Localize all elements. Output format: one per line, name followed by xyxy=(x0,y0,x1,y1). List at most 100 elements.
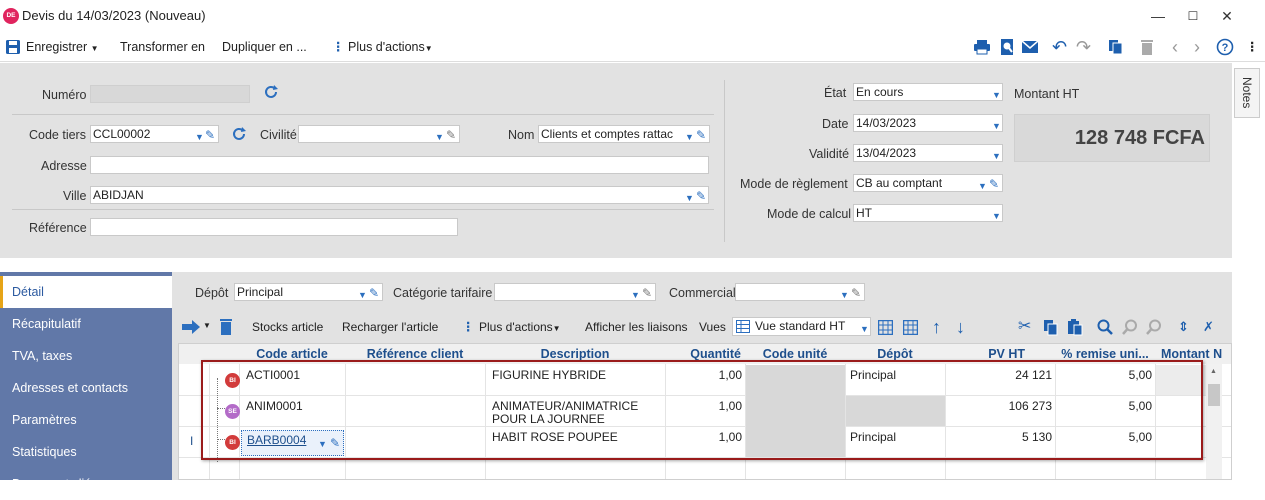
date-label: Date xyxy=(822,117,849,131)
refresh-tiers-icon[interactable] xyxy=(230,125,248,143)
move-down-icon[interactable]: ↓ xyxy=(956,312,965,342)
chevron-down-icon[interactable]: ▼ xyxy=(203,321,211,330)
nav-item-parametres[interactable]: Paramètres xyxy=(0,404,172,436)
expand-icon[interactable]: ⇕ xyxy=(1178,312,1189,342)
etat-field[interactable]: En cours ▼ xyxy=(853,83,1003,101)
nav-item-tva[interactable]: TVA, taxes xyxy=(0,340,172,372)
chevron-down-icon: ▼ xyxy=(195,132,204,142)
etat-label: État xyxy=(824,86,847,100)
title-bar: DE Devis du 14/03/2023 (Nouveau) — ☐ ✕ xyxy=(0,0,1265,32)
insert-arrow-icon[interactable] xyxy=(182,320,202,334)
chevron-down-icon: ▼ xyxy=(992,151,1001,161)
depot-label: Dépôt xyxy=(195,286,229,300)
chevron-down-icon: ▼ xyxy=(685,129,694,142)
delete-icon[interactable] xyxy=(1138,38,1156,56)
more-actions-button[interactable]: Plus d'actions▼ xyxy=(348,32,433,62)
code-tiers-field[interactable]: CCL00002 ▼ ✎ xyxy=(90,125,219,143)
redo-icon[interactable]: ↷ xyxy=(1076,32,1091,62)
window-title: Devis du 14/03/2023 (Nouveau) xyxy=(22,8,206,23)
grid-settings-icon[interactable] xyxy=(878,320,893,335)
ville-field[interactable]: ABIDJAN ▼ ✎ xyxy=(90,186,709,204)
chevron-down-icon: ▼ xyxy=(992,211,1001,221)
copy-icon[interactable] xyxy=(1107,38,1125,56)
validite-field[interactable]: 13/04/2023 ▼ xyxy=(853,144,1003,162)
delete-row-icon[interactable] xyxy=(219,318,233,336)
civilite-field[interactable]: ▼ ✎ xyxy=(298,125,460,143)
chevron-down-icon: ▼ xyxy=(992,90,1001,100)
adresse-label: Adresse xyxy=(41,159,87,173)
help-icon[interactable]: ? xyxy=(1216,38,1234,56)
nom-field[interactable]: Clients et comptes rattac ▼ ✎ xyxy=(538,125,710,143)
search-next-icon[interactable] xyxy=(1146,319,1162,335)
save-button[interactable]: Enregistrer ▼ xyxy=(26,32,99,62)
edit-pencil-icon: ✎ xyxy=(851,286,862,300)
nav-item-documents[interactable]: Documents liés xyxy=(0,468,172,500)
chevron-down-icon: ▼ xyxy=(840,290,849,300)
divider xyxy=(12,209,714,210)
previous-icon[interactable]: ‹ xyxy=(1172,32,1178,62)
numero-field xyxy=(90,85,250,103)
civilite-label: Civilité xyxy=(260,128,297,142)
scrollbar-thumb[interactable] xyxy=(1208,384,1220,406)
nav-item-statistiques[interactable]: Statistiques xyxy=(0,436,172,468)
refresh-icon[interactable] xyxy=(262,83,280,101)
left-nav: Détail Récapitulatif TVA, taxes Adresses… xyxy=(0,272,172,491)
edit-pencil-icon: ✎ xyxy=(696,127,707,142)
show-links-button[interactable]: Afficher les liaisons xyxy=(585,312,688,342)
cut-icon[interactable]: ✂ xyxy=(1018,312,1031,342)
categorie-field[interactable]: ▼ ✎ xyxy=(494,283,656,301)
transform-button[interactable]: Transformer en xyxy=(120,32,205,62)
reference-field[interactable] xyxy=(90,218,458,236)
next-icon[interactable]: › xyxy=(1194,32,1200,62)
move-up-icon[interactable]: ↑ xyxy=(932,312,941,342)
mail-icon[interactable] xyxy=(1021,38,1039,56)
chevron-down-icon: ▼ xyxy=(992,121,1001,131)
adresse-field[interactable] xyxy=(90,156,709,174)
stocks-article-button[interactable]: Stocks article xyxy=(252,312,323,342)
copy-row-icon[interactable] xyxy=(1043,319,1059,336)
numero-label: Numéro xyxy=(42,88,87,102)
kebab-menu-icon[interactable]: ⋮ xyxy=(1246,32,1259,62)
notes-tab[interactable]: Notes xyxy=(1234,68,1260,118)
chevron-down-icon: ▼ xyxy=(631,290,640,300)
reload-article-button[interactable]: Recharger l'article xyxy=(342,312,438,342)
search-icon[interactable] xyxy=(1097,319,1113,335)
view-select[interactable]: Vue standard HT ▼ xyxy=(732,317,871,336)
nom-label: Nom xyxy=(508,128,535,142)
print-icon[interactable] xyxy=(973,38,991,56)
grid-layout-icon[interactable] xyxy=(903,320,918,335)
duplicate-button[interactable]: Dupliquer en ... xyxy=(222,32,307,62)
minimize-icon[interactable]: — xyxy=(1148,6,1168,26)
search-previous-icon[interactable] xyxy=(1122,319,1138,335)
date-field[interactable]: 14/03/2023 ▼ xyxy=(853,114,1003,132)
edit-row-marker: I xyxy=(190,434,194,448)
chevron-down-icon: ▼ xyxy=(358,290,367,300)
nav-item-recapitulatif[interactable]: Récapitulatif xyxy=(0,308,172,340)
commercial-field[interactable]: ▼ ✎ xyxy=(735,283,865,301)
views-label: Vues xyxy=(699,320,726,334)
collapse-icon[interactable]: ✗ xyxy=(1203,312,1214,342)
more-vertical-icon: ⋮ xyxy=(462,320,475,334)
ville-label: Ville xyxy=(63,189,87,203)
undo-icon[interactable]: ↶ xyxy=(1052,32,1067,62)
depot-field[interactable]: Principal ▼ ✎ xyxy=(234,283,383,301)
grid-scrollbar[interactable]: ▲ xyxy=(1206,364,1222,479)
maximize-icon[interactable]: ☐ xyxy=(1183,6,1203,26)
app-icon: DE xyxy=(3,8,19,24)
mode-reglement-field[interactable]: CB au comptant ▼ ✎ xyxy=(853,174,1003,192)
nav-item-adresses[interactable]: Adresses et contacts xyxy=(0,372,172,404)
categorie-label: Catégorie tarifaire xyxy=(393,286,493,300)
main-toolbar: Enregistrer ▼ Transformer en Dupliquer e… xyxy=(0,32,1265,62)
validite-label: Validité xyxy=(809,147,850,161)
chevron-down-icon: ▼ xyxy=(435,132,444,142)
close-icon[interactable]: ✕ xyxy=(1217,6,1237,26)
mode-calcul-field[interactable]: HT ▼ xyxy=(853,204,1003,222)
paste-icon[interactable] xyxy=(1067,319,1083,336)
save-icon[interactable] xyxy=(6,40,20,54)
preview-icon[interactable] xyxy=(998,38,1016,56)
edit-pencil-icon: ✎ xyxy=(696,189,707,203)
detail-more-actions-button[interactable]: Plus d'actions▼ xyxy=(479,312,561,342)
nav-item-detail[interactable]: Détail xyxy=(0,276,172,308)
edit-pencil-icon: ✎ xyxy=(205,128,216,142)
more-vertical-icon: ⋮ xyxy=(332,40,345,54)
